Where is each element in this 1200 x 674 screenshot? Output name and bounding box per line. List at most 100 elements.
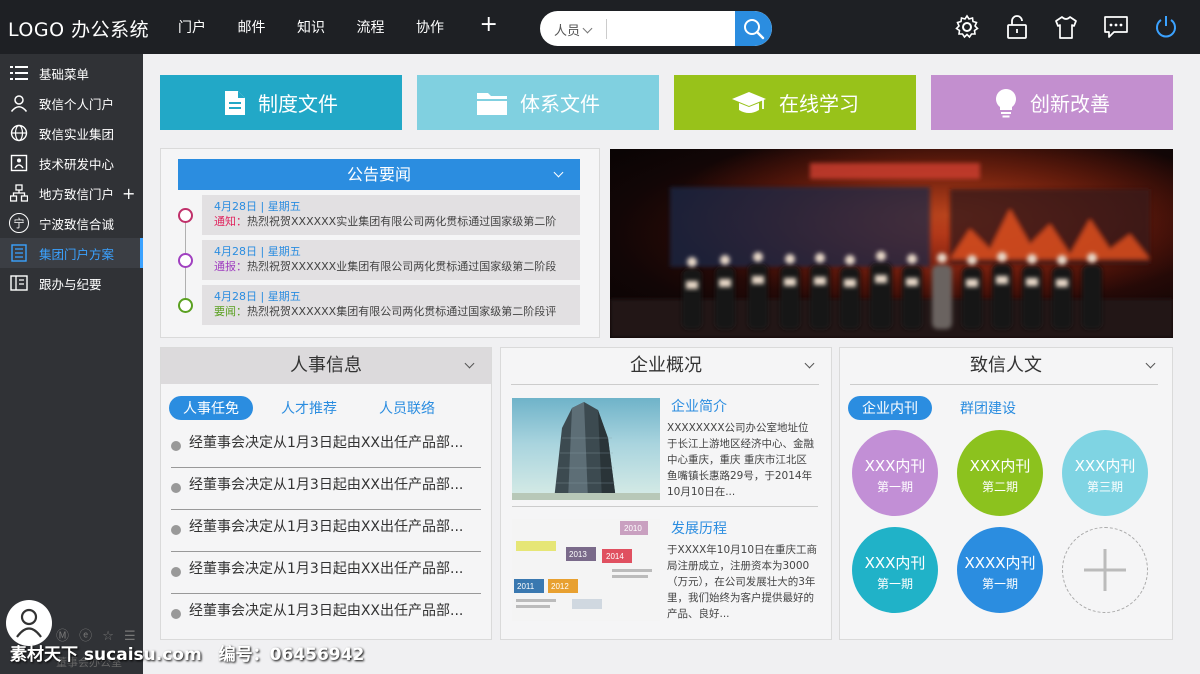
history-year: 2013 [569,550,587,559]
hr-panel: 人事信息 人事任免 人才推荐 人员联络 经董事会决定从1月3日起由XX出任产品部… [160,347,492,640]
list-item[interactable]: 经董事会决定从1月3日起由XX出任产品部... [171,552,481,594]
history-year: 2014 [606,552,624,561]
hr-tabs: 人事任免 人才推荐 人员联络 [169,396,449,420]
journal-issue: 第二期 [981,480,1018,494]
tab-group-building[interactable]: 群团建设 [946,396,1030,420]
sidebar-item-personal-portal[interactable]: 致信个人门户 [0,88,143,118]
tab-appointments[interactable]: 人事任免 [169,396,253,420]
expand-plus-icon[interactable]: + [122,184,135,203]
notice-item[interactable]: 4月28日 | 星期五 通报：热烈祝贺XXXXXX业集团有限公司两化贯标通过国家… [202,240,580,280]
user-icon [9,93,29,113]
notice-tag: 通知： [214,215,247,228]
notice-item[interactable]: 4月28日 | 星期五 要闻：热烈祝贺XXXXXX集团有限公司两化贯标通过国家级… [202,285,580,325]
list-item-text: 经董事会决定从1月3日起由XX出任产品部... [189,519,464,535]
sidebar-item-local-portal[interactable]: 地方致信门户 + [0,178,143,208]
list-item-text: 经董事会决定从1月3日起由XX出任产品部... [189,603,464,619]
sidebar-item-followup-minutes[interactable]: 跟办与纪要 [0,268,143,298]
notice-text: 热烈祝贺XXXXXX实业集团有限公司两化贯标通过国家级第二阶 [247,215,557,228]
culture-header[interactable]: 致信人文 [840,348,1172,384]
bullet-dot [171,483,181,493]
journal-circle[interactable]: XXXX内刊 第一期 [957,527,1043,613]
nav-mail[interactable]: 邮件 [238,17,298,37]
tab-internal-journal[interactable]: 企业内刊 [848,396,932,420]
journal-circle[interactable]: XXX内刊 第一期 [852,430,938,516]
lock-icon[interactable] [1003,13,1031,41]
journal-issue: 第三期 [1086,480,1123,494]
chevron-down-icon [553,167,564,178]
journal-issue: 第一期 [876,577,913,591]
search-scope-select[interactable]: 人员 [554,20,593,39]
sidebar-item-rd-center[interactable]: 技术研发中心 [0,148,143,178]
tile-policy-docs[interactable]: 制度文件 [160,75,402,130]
tile-system-docs[interactable]: 体系文件 [417,75,659,130]
list-item[interactable]: 经董事会决定从1月3日起由XX出任产品部... [171,510,481,552]
building-image[interactable] [512,398,660,500]
chat-icon[interactable] [1102,13,1130,41]
header-divider [511,384,819,385]
sidebar-item-basic-menu[interactable]: 基础菜单 [0,58,143,88]
sidebar-item-ningbo[interactable]: 宁 宁波致信合诚 [0,208,143,238]
sidebar-item-label: 集团门户方案 [39,246,115,262]
journal-circle[interactable]: XXX内刊 第一期 [852,527,938,613]
tile-innovation[interactable]: 创新改善 [931,75,1173,130]
bullet-dot [171,609,181,619]
company-header[interactable]: 企业概况 [501,348,831,384]
chevron-down-icon [1145,358,1156,369]
org-icon [9,153,29,173]
banner-image[interactable] [610,149,1173,338]
tab-contacts[interactable]: 人员联络 [365,396,449,420]
notice-text: 热烈祝贺XXXXXX集团有限公司两化贯标通过国家级第二阶段评 [247,305,557,318]
company-history-text: 于XXXX年10月10日在重庆工商局注册成立，注册资本为3000（万元），在公司… [667,544,817,620]
shirt-icon[interactable] [1052,13,1080,41]
nav-portal[interactable]: 门户 [178,17,238,37]
hr-list: 经董事会决定从1月3日起由XX出任产品部... 经董事会决定从1月3日起由XX出… [171,426,481,636]
journal-circle[interactable]: XXX内刊 第二期 [957,430,1043,516]
notice-date: 4月28日 | 星期五 [214,290,301,303]
hr-header[interactable]: 人事信息 [161,348,491,384]
top-nav: 门户 邮件 知识 流程 协作 + [178,14,498,37]
tab-talent[interactable]: 人才推荐 [267,396,351,420]
notice-panel: 公告要闻 4月28日 | 星期五 通知：热烈祝贺XXXXXX实业集团有限公司两化… [160,148,600,338]
notice-tag: 通报： [214,260,247,273]
sidebar-item-label: 致信实业集团 [39,126,115,142]
power-icon[interactable] [1152,13,1180,41]
culture-panel: 致信人文 企业内刊 群团建设 XXX内刊 第一期 XXX内刊 第二期 XXX内刊… [839,347,1173,640]
search-button[interactable] [735,11,772,46]
list-item[interactable]: 经董事会决定从1月3日起由XX出任产品部... [171,426,481,468]
culture-tabs: 企业内刊 群团建设 [848,396,1030,420]
chevron-down-icon [464,358,475,369]
gear-icon[interactable] [953,13,981,41]
sidebar-item-industrial-group[interactable]: 致信实业集团 [0,118,143,148]
nav-knowledge[interactable]: 知识 [297,17,357,37]
banner-illustration [610,149,1173,338]
nav-workflow[interactable]: 流程 [357,17,417,37]
section-divider [512,506,818,507]
journal-issue: 第一期 [876,480,913,494]
hr-title: 人事信息 [290,355,362,376]
sidebar-item-label: 宁波致信合诚 [39,216,115,232]
company-title: 企业概况 [630,355,702,376]
plus-icon [1084,549,1126,591]
list-item[interactable]: 经董事会决定从1月3日起由XX出任产品部... [171,594,481,636]
doc-icon [9,243,29,263]
graduation-cap-icon [731,90,767,116]
nav-collab[interactable]: 协作 [416,17,476,37]
journal-circle[interactable]: XXX内刊 第三期 [1062,430,1148,516]
history-image[interactable]: 2013 2014 2010 2011 2012 [512,519,660,621]
sidebar-item-group-portal-plan[interactable]: 集团门户方案 [0,238,143,268]
file-icon [224,90,246,116]
search-scope-label: 人员 [554,24,581,39]
list-item[interactable]: 经董事会决定从1月3日起由XX出任产品部... [171,468,481,510]
notice-item[interactable]: 4月28日 | 星期五 通知：热烈祝贺XXXXXX实业集团有限公司两化贯标通过国… [202,195,580,235]
lightbulb-icon [994,88,1018,118]
add-nav-button[interactable]: + [480,14,498,37]
company-intro-link[interactable]: 企业简介 [671,396,727,416]
company-history-link[interactable]: 发展历程 [671,518,727,538]
chevron-down-icon [804,358,815,369]
tile-online-learning[interactable]: 在线学习 [674,75,916,130]
header-divider [850,384,1158,385]
add-journal-button[interactable] [1062,527,1148,613]
bullet-dot [171,441,181,451]
notice-header[interactable]: 公告要闻 [178,159,580,190]
app-logo[interactable]: LOGO 办公系统 [8,15,149,42]
